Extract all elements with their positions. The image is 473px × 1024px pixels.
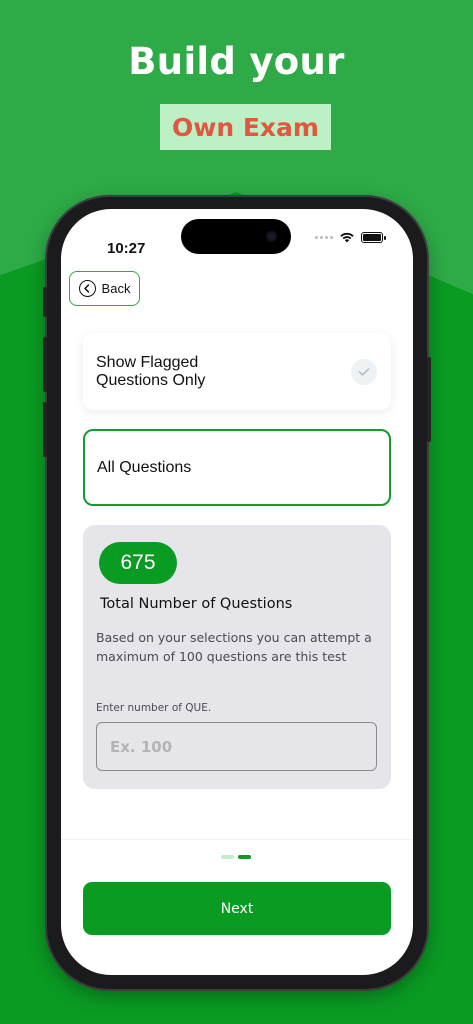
chevron-left-icon <box>78 280 96 297</box>
check-icon[interactable] <box>351 358 377 385</box>
flagged-questions-label: Show Flagged Questions Only <box>96 353 206 389</box>
question-number-input[interactable] <box>96 722 377 771</box>
camera-icon <box>266 231 277 242</box>
phone-volume-up <box>43 337 47 392</box>
question-count-badge: 675 <box>99 542 177 584</box>
phone-frame: 10:27 Back Show Flagged Questions Only A… <box>43 197 431 989</box>
battery-icon <box>361 231 386 243</box>
status-time: 10:27 <box>107 240 146 257</box>
next-button[interactable]: Next <box>83 882 391 935</box>
footer-divider <box>61 839 413 840</box>
dynamic-island <box>181 219 291 254</box>
page-dot-1[interactable] <box>221 855 234 859</box>
back-label: Back <box>101 281 131 296</box>
phone-volume-down <box>43 402 47 457</box>
all-questions-option[interactable]: All Questions <box>83 429 391 506</box>
signal-icon <box>315 235 333 239</box>
wifi-icon <box>340 232 354 243</box>
status-indicators <box>315 231 386 243</box>
summary-description: Based on your selections you can attempt… <box>96 630 372 664</box>
question-number-label: Enter number of QUE. <box>96 702 212 714</box>
promo-highlight: Own Exam <box>160 104 331 150</box>
phone-power-button <box>427 357 431 442</box>
back-button[interactable]: Back <box>69 271 140 306</box>
page-indicator <box>221 855 251 859</box>
question-summary-panel: 675 Total Number of Questions Based on y… <box>83 525 391 789</box>
flagged-questions-option[interactable]: Show Flagged Questions Only <box>83 333 391 410</box>
app-screen: 10:27 Back Show Flagged Questions Only A… <box>61 209 413 975</box>
promo-headline: Build your <box>128 40 345 83</box>
summary-title: Total Number of Questions <box>100 596 293 612</box>
page-dot-2[interactable] <box>238 855 251 859</box>
phone-side-button <box>43 287 47 317</box>
all-questions-label: All Questions <box>97 458 192 476</box>
